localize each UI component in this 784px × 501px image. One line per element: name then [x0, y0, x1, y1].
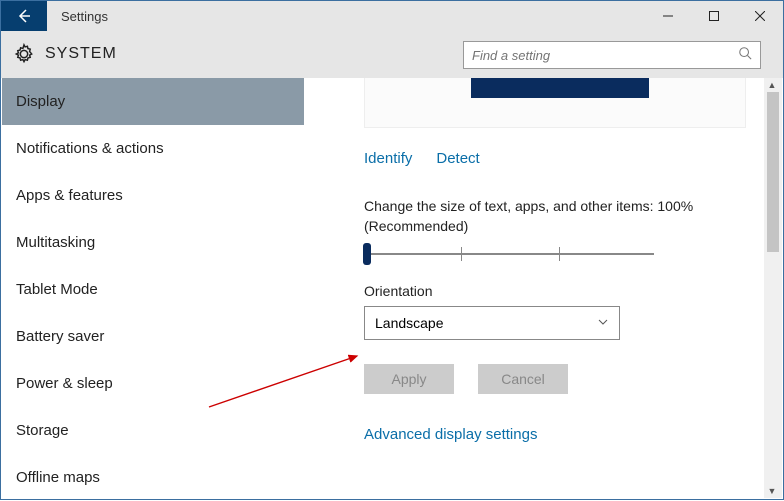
- sidebar: Display Notifications & actions Apps & f…: [2, 78, 304, 498]
- monitor-preview-area: [364, 78, 746, 128]
- sidebar-item-label: Offline maps: [16, 469, 100, 486]
- sidebar-item-storage[interactable]: Storage: [2, 407, 304, 454]
- search-icon: [738, 46, 752, 65]
- sidebar-item-label: Battery saver: [16, 328, 104, 345]
- slider-track: [364, 253, 654, 255]
- scroll-thumb[interactable]: [767, 92, 779, 252]
- slider-tick: [461, 247, 462, 261]
- chevron-down-icon: [597, 315, 609, 331]
- window-controls: [645, 1, 783, 31]
- back-arrow-icon: [16, 8, 32, 24]
- monitor-preview[interactable]: [471, 78, 649, 98]
- content-pane: Identify Detect Change the size of text,…: [304, 78, 782, 498]
- sidebar-item-label: Apps & features: [16, 187, 123, 204]
- sidebar-item-notifications[interactable]: Notifications & actions: [2, 125, 304, 172]
- section-title: SYSTEM: [45, 45, 117, 63]
- back-button[interactable]: [1, 1, 47, 31]
- scale-slider[interactable]: [364, 246, 654, 266]
- cancel-button[interactable]: Cancel: [478, 364, 568, 394]
- sidebar-item-label: Power & sleep: [16, 375, 113, 392]
- slider-tick: [559, 247, 560, 261]
- sidebar-item-offline-maps[interactable]: Offline maps: [2, 454, 304, 501]
- section-label: SYSTEM: [13, 43, 117, 65]
- search-input[interactable]: [472, 48, 738, 63]
- titlebar: Settings: [1, 1, 783, 31]
- maximize-button[interactable]: [691, 1, 737, 31]
- apply-button[interactable]: Apply: [364, 364, 454, 394]
- sidebar-item-multitasking[interactable]: Multitasking: [2, 219, 304, 266]
- scale-label: Change the size of text, apps, and other…: [364, 196, 742, 236]
- identify-link[interactable]: Identify: [364, 150, 412, 167]
- sidebar-item-label: Storage: [16, 422, 69, 439]
- window-title: Settings: [47, 1, 645, 31]
- apply-cancel-row: Apply Cancel: [364, 364, 568, 394]
- sub-header: SYSTEM: [1, 31, 783, 78]
- sidebar-item-label: Multitasking: [16, 234, 95, 251]
- sidebar-item-label: Notifications & actions: [16, 140, 164, 157]
- gear-icon: [13, 43, 35, 65]
- sidebar-item-label: Display: [16, 93, 65, 110]
- scrollbar[interactable]: ▲ ▼: [764, 78, 782, 498]
- minimize-button[interactable]: [645, 1, 691, 31]
- scroll-down-icon[interactable]: ▼: [765, 484, 779, 498]
- orientation-label: Orientation: [364, 283, 432, 299]
- sidebar-item-power-sleep[interactable]: Power & sleep: [2, 360, 304, 407]
- search-box[interactable]: [463, 41, 761, 69]
- orientation-value: Landscape: [375, 315, 444, 331]
- detect-link[interactable]: Detect: [436, 150, 479, 167]
- slider-thumb[interactable]: [363, 243, 371, 265]
- orientation-select[interactable]: Landscape: [364, 306, 620, 340]
- sidebar-item-label: Tablet Mode: [16, 281, 98, 298]
- sidebar-item-apps[interactable]: Apps & features: [2, 172, 304, 219]
- sidebar-item-display[interactable]: Display: [2, 78, 304, 125]
- display-action-links: Identify Detect: [364, 150, 480, 167]
- advanced-display-settings-link[interactable]: Advanced display settings: [364, 426, 537, 443]
- sidebar-item-tablet-mode[interactable]: Tablet Mode: [2, 266, 304, 313]
- scroll-up-icon[interactable]: ▲: [765, 78, 779, 92]
- close-button[interactable]: [737, 1, 783, 31]
- sidebar-item-battery-saver[interactable]: Battery saver: [2, 313, 304, 360]
